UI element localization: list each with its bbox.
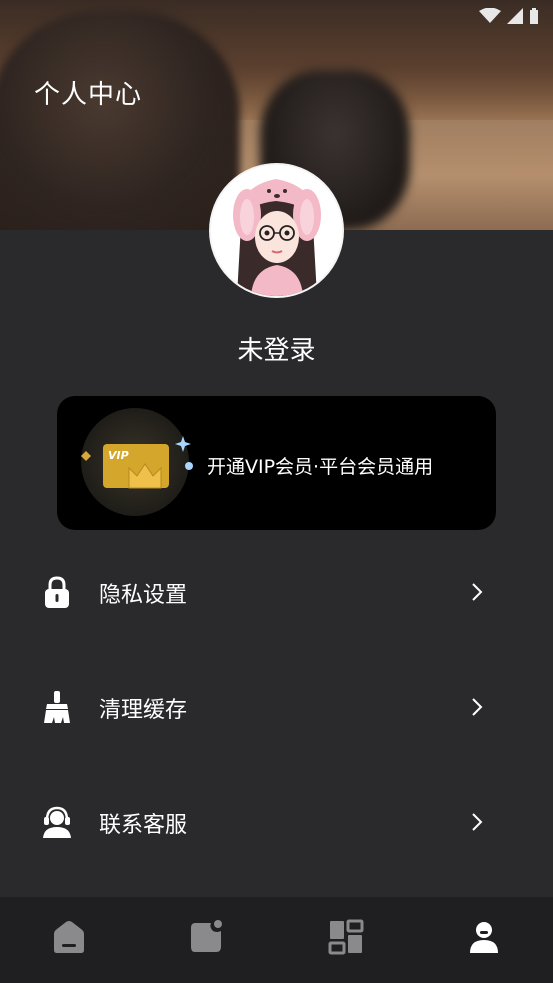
chevron-right-icon — [472, 698, 483, 716]
menu-item-clear-cache[interactable]: 清理缓存 — [0, 668, 553, 748]
profile-icon[interactable] — [466, 919, 502, 955]
chevron-right-icon — [472, 813, 483, 831]
home-icon[interactable] — [51, 919, 87, 955]
broom-icon — [44, 691, 70, 723]
battery-icon — [530, 8, 538, 24]
bottom-tab-bar — [0, 897, 553, 983]
vip-label: 开通VIP会员·平台会员通用 — [207, 456, 434, 478]
page-title: 个人中心 — [34, 80, 143, 110]
menu-item-customer-service[interactable]: 联系客服 — [0, 783, 553, 863]
headset-icon — [43, 806, 71, 838]
status-bar-icons — [479, 8, 539, 24]
menu-label-customer-service: 联系客服 — [99, 813, 188, 838]
vip-crown-icon: VIP — [81, 436, 193, 489]
avatar-illustration — [211, 165, 342, 296]
menu-label-privacy: 隐私设置 — [99, 583, 188, 608]
menu-label-clear-cache: 清理缓存 — [99, 698, 188, 723]
background-person — [0, 10, 240, 230]
signal-icon — [507, 8, 523, 24]
wifi-icon — [479, 8, 501, 23]
avatar[interactable] — [209, 163, 344, 298]
svg-text:VIP: VIP — [108, 449, 129, 462]
vip-card[interactable]: VIP 开通VIP会员·平台会员通用 — [57, 396, 496, 530]
username[interactable]: 未登录 — [0, 330, 553, 367]
lock-icon — [45, 576, 69, 608]
apps-icon[interactable] — [328, 919, 364, 955]
notes-icon[interactable] — [189, 919, 225, 955]
menu-item-privacy[interactable]: 隐私设置 — [0, 553, 553, 633]
chevron-right-icon — [472, 583, 483, 601]
